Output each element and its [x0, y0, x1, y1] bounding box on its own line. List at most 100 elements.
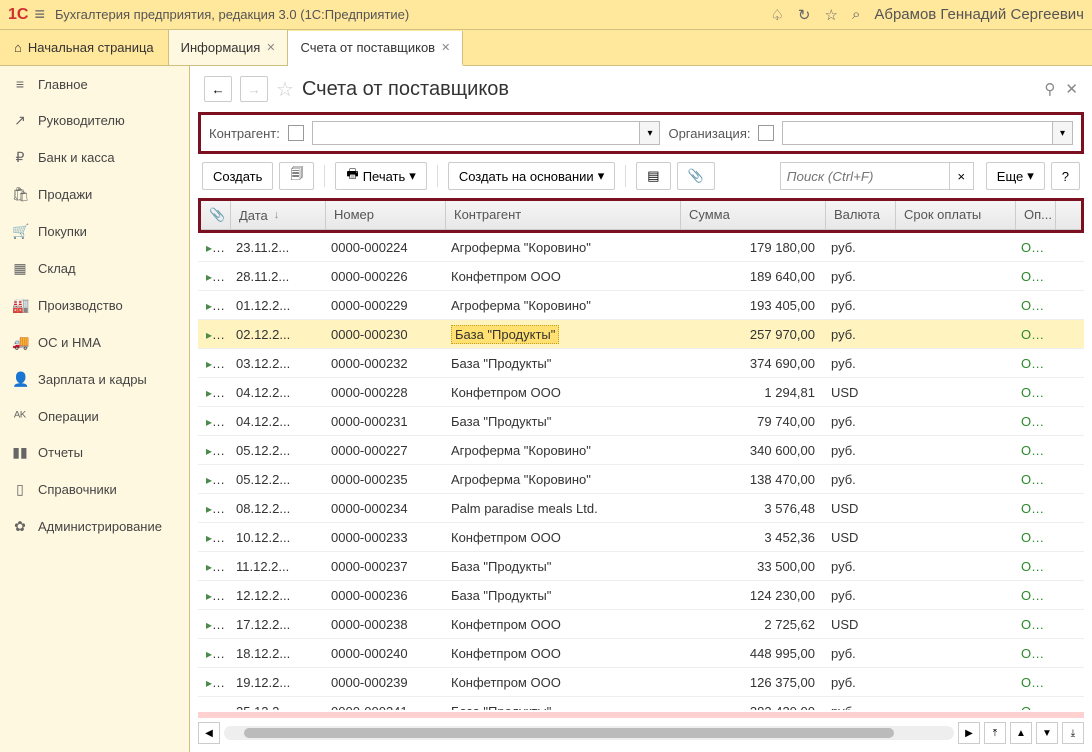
row-counterparty: Конфетпром ООО [443, 381, 678, 404]
table-row[interactable]: ▸▫ 04.12.2... 0000-000231 База "Продукты… [198, 407, 1084, 436]
print-button[interactable]: 🖶 Печать ▾ [335, 162, 426, 190]
bell-icon[interactable]: ♤ [770, 6, 783, 24]
nav-back-button[interactable]: ← [204, 76, 232, 102]
org-checkbox[interactable] [758, 125, 774, 141]
row-counterparty: База "Продукты" [443, 700, 678, 711]
main-menu-icon[interactable]: ≡ [34, 4, 45, 25]
row-sum: 189 640,00 [678, 265, 823, 288]
document-icon: ▸▫ [206, 589, 216, 603]
sort-asc-icon: ↓ [274, 209, 280, 221]
col-date[interactable]: Дата↓ [231, 201, 326, 229]
close-icon[interactable]: ✕ [1065, 80, 1078, 98]
col-currency[interactable]: Валюта [826, 201, 896, 229]
scroll-down-button[interactable]: ▼ [1036, 722, 1058, 744]
tab-invoices[interactable]: Счета от поставщиков ✕ [288, 31, 463, 66]
org-input[interactable] [782, 121, 1053, 145]
document-icon: ▸▫ [206, 560, 216, 574]
search-clear-button[interactable]: × [950, 162, 974, 190]
table-row[interactable]: ▸▫ 10.12.2... 0000-000233 Конфетпром ООО… [198, 523, 1084, 552]
col-sum[interactable]: Сумма [681, 201, 826, 229]
table-row[interactable]: ▸▫ 28.11.2... 0000-000226 Конфетпром ООО… [198, 262, 1084, 291]
sidebar-item[interactable]: ▯Справочники [0, 471, 189, 508]
row-currency: руб. [823, 236, 893, 259]
row-date: 17.12.2... [228, 613, 323, 636]
document-icon: ▸▫ [206, 647, 216, 661]
table-row[interactable]: ▸▫ 03.12.2... 0000-000232 База "Продукты… [198, 349, 1084, 378]
sidebar-item[interactable]: ▮▮Отчеты [0, 434, 189, 471]
sidebar-item[interactable]: 👤Зарплата и кадры [0, 361, 189, 398]
row-currency: USD [823, 526, 893, 549]
col-payment[interactable]: Оп... [1016, 201, 1056, 229]
counterparty-checkbox[interactable] [288, 125, 304, 141]
scroll-thumb[interactable] [244, 728, 894, 738]
sidebar-item[interactable]: ₽Банк и касса [0, 139, 189, 176]
sidebar-item[interactable]: 🛍Продажи [0, 176, 189, 213]
create-based-button[interactable]: Создать на основании ▾ [448, 162, 615, 190]
counterparty-dropdown[interactable]: ▾ [640, 121, 660, 145]
scroll-track[interactable] [224, 726, 954, 740]
tab-home[interactable]: ⌂ Начальная страница [0, 30, 169, 65]
search-icon[interactable]: ⌕ [852, 6, 860, 23]
sidebar-item[interactable]: ≡Главное [0, 66, 189, 102]
scroll-left-button[interactable]: ◀ [198, 722, 220, 744]
row-payment: Оп... [1013, 584, 1053, 607]
tab-label: Информация [181, 40, 261, 55]
table-header-wrap: 📎 Дата↓ Номер Контрагент Сумма Валюта Ср… [198, 198, 1084, 233]
tab-information[interactable]: Информация ✕ [169, 30, 289, 65]
scroll-bottom-button[interactable]: ⤓ [1062, 722, 1084, 744]
table-row[interactable]: ▸▫ 04.12.2... 0000-000228 Конфетпром ООО… [198, 378, 1084, 407]
table-body[interactable]: ▸▫ 23.11.2... 0000-000224 Агроферма "Кор… [198, 233, 1084, 710]
col-due[interactable]: Срок оплаты [896, 201, 1016, 229]
sidebar-item[interactable]: ᴬᴷОперации [0, 398, 189, 434]
close-icon[interactable]: ✕ [441, 41, 450, 54]
sidebar-item[interactable]: ✿Администрирование [0, 508, 189, 545]
col-attachment[interactable]: 📎 [201, 201, 231, 229]
search-input[interactable] [780, 162, 950, 190]
counterparty-input[interactable] [312, 121, 641, 145]
table-row[interactable]: ▸▫ 11.12.2... 0000-000237 База "Продукты… [198, 552, 1084, 581]
col-counterparty[interactable]: Контрагент [446, 201, 681, 229]
row-date: 01.12.2... [228, 294, 323, 317]
sidebar-item-label: Администрирование [38, 519, 162, 534]
table-row[interactable]: ▸▫ 01.12.2... 0000-000229 Агроферма "Кор… [198, 291, 1084, 320]
user-name[interactable]: Абрамов Геннадий Сергеевич [874, 6, 1084, 23]
row-counterparty: База "Продукты" [443, 352, 678, 375]
more-button[interactable]: Еще ▾ [986, 162, 1045, 190]
close-icon[interactable]: ✕ [266, 41, 275, 54]
nav-forward-button[interactable]: → [240, 76, 268, 102]
favorite-icon[interactable]: ☆ [276, 77, 294, 102]
table-row[interactable]: ▸▫ 08.12.2... 0000-000234 Palm paradise … [198, 494, 1084, 523]
table-row[interactable]: ▸▫ 18.12.2... 0000-000240 Конфетпром ООО… [198, 639, 1084, 668]
sidebar-item[interactable]: ↗Руководителю [0, 102, 189, 139]
row-sum: 383 430,00 [678, 700, 823, 711]
row-date: 12.12.2... [228, 584, 323, 607]
table-row[interactable]: ▸▫ 05.12.2... 0000-000235 Агроферма "Кор… [198, 465, 1084, 494]
document-icon: ▸▫ [206, 299, 216, 313]
star-icon[interactable]: ☆ [825, 6, 838, 24]
link-icon[interactable]: ⚲ [1044, 80, 1055, 98]
sidebar-item[interactable]: ▦Склад [0, 250, 189, 287]
sidebar-item[interactable]: 🏭Производство [0, 287, 189, 324]
attach-button[interactable]: 📎 [677, 162, 715, 190]
scroll-up-button[interactable]: ▲ [1010, 722, 1032, 744]
table-row[interactable]: ▸▫ 23.11.2... 0000-000224 Агроферма "Кор… [198, 233, 1084, 262]
table-row[interactable]: ▸▫ 12.12.2... 0000-000236 База "Продукты… [198, 581, 1084, 610]
org-dropdown[interactable]: ▾ [1053, 121, 1073, 145]
table-row[interactable]: ▸▫ 19.12.2... 0000-000239 Конфетпром ООО… [198, 668, 1084, 697]
history-icon[interactable]: ↻ [798, 6, 811, 24]
scroll-right-button[interactable]: ▶ [958, 722, 980, 744]
register-button[interactable]: ▤ [636, 162, 670, 190]
col-number[interactable]: Номер [326, 201, 446, 229]
copy-button[interactable]: 🗐 [279, 162, 314, 190]
table-row[interactable]: ▸▫ 25.12.2... 0000-000241 База "Продукты… [198, 697, 1084, 710]
create-button[interactable]: Создать [202, 162, 273, 190]
table-row[interactable]: ▸▫ 05.12.2... 0000-000227 Агроферма "Кор… [198, 436, 1084, 465]
table-row[interactable]: ▸▫ 02.12.2... 0000-000230 База "Продукты… [198, 320, 1084, 349]
scroll-top-button[interactable]: ⤒ [984, 722, 1006, 744]
sidebar-item[interactable]: 🛒Покупки [0, 213, 189, 250]
table-row[interactable]: ▸▫ 17.12.2... 0000-000238 Конфетпром ООО… [198, 610, 1084, 639]
help-button[interactable]: ? [1051, 162, 1080, 190]
row-payment: Оп... [1013, 381, 1053, 404]
row-payment: Оп... [1013, 497, 1053, 520]
sidebar-item[interactable]: 🚚ОС и НМА [0, 324, 189, 361]
